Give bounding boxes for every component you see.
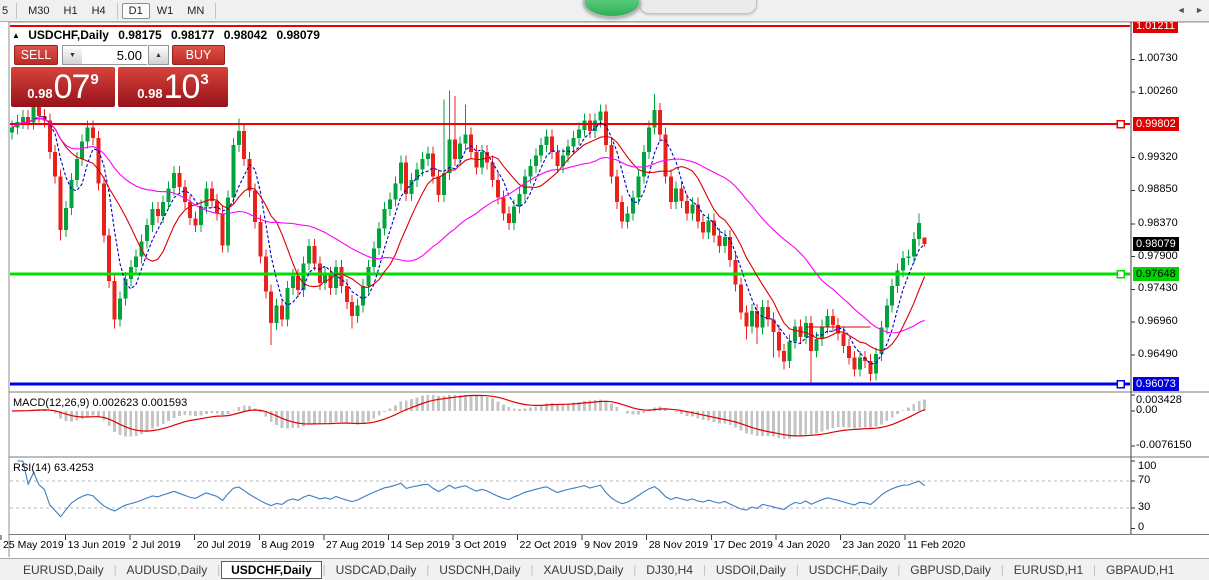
timeframe-button-mn[interactable]: MN [180, 3, 211, 19]
price-axis-tick: 0.96490 [1138, 348, 1178, 360]
sell-price-pipette: 9 [90, 71, 98, 88]
ohlc-close: 0.98079 [277, 28, 320, 42]
current-price-label: 0.98079 [1133, 237, 1179, 251]
chart-tab-eurusd-h1[interactable]: EURUSD,H1 [1005, 561, 1092, 579]
toolbar-separator [117, 3, 118, 19]
hline-price-label: 0.99802 [1133, 117, 1179, 131]
tab-scroll-right-button[interactable]: ► [1195, 5, 1204, 15]
tab-separator: | [323, 564, 326, 576]
chart-tab-audusd-daily[interactable]: AUDUSD,Daily [118, 561, 217, 579]
timeframe-button-5[interactable]: 5 [0, 3, 12, 19]
macd-axis-tick: -0.0076150 [1136, 439, 1192, 451]
ohlc-open: 0.98175 [118, 28, 161, 42]
chart-tab-xauusd-daily[interactable]: XAUUSD,Daily [534, 561, 632, 579]
date-label: 13 Jun 2019 [68, 539, 126, 551]
price-axis-tick: 1.00730 [1138, 52, 1178, 64]
timeframe-button-h4[interactable]: H4 [85, 3, 113, 19]
date-label: 27 Aug 2019 [326, 539, 385, 551]
chart-tab-bar: EURUSD,Daily|AUDUSD,Daily|USDCHF,Daily|U… [0, 558, 1209, 580]
date-label: 4 Jan 2020 [778, 539, 830, 551]
date-label: 8 Aug 2019 [261, 539, 314, 551]
one-click-trading-panel: SELL ▼ ▲ BUY 0.98 07 9 0.98 10 3 [11, 45, 228, 107]
tab-separator: | [1001, 564, 1004, 576]
date-label: 28 Nov 2019 [649, 539, 709, 551]
price-axis-tick: 0.98850 [1138, 183, 1178, 195]
rsi-axis-tick: 70 [1138, 474, 1150, 486]
sell-price-prefix: 0.98 [27, 86, 52, 101]
date-label: 23 Jan 2020 [842, 539, 900, 551]
trading-platform-window: 5 M30H1H4 D1W1MN ▲ USDCHF,Daily 0.98175 0.… [0, 0, 1209, 580]
chart-tab-gbpaud-h1[interactable]: GBPAUD,H1 [1097, 561, 1183, 579]
rsi-axis-tick: 0 [1138, 521, 1144, 533]
chart-tab-gbpusd-daily[interactable]: GBPUSD,Daily [901, 561, 1000, 579]
rsi-axis-tick: 100 [1138, 460, 1156, 472]
volume-decrease-button[interactable]: ▼ [62, 45, 83, 65]
buy-price-prefix: 0.98 [137, 86, 162, 101]
tab-separator: | [897, 564, 900, 576]
chart-tab-eurusd-daily[interactable]: EURUSD,Daily [14, 561, 113, 579]
chart-tab-usdcad-daily[interactable]: USDCAD,Daily [327, 561, 426, 579]
tab-separator: | [531, 564, 534, 576]
chart-title: ▲ USDCHF,Daily 0.98175 0.98177 0.98042 0… [12, 28, 320, 42]
sell-button[interactable]: SELL [14, 45, 58, 65]
price-axis-tick: 1.00260 [1138, 85, 1178, 97]
collapse-chart-icon[interactable]: ▲ [12, 31, 20, 40]
timeframe-button-d1[interactable]: D1 [122, 3, 150, 19]
buy-button[interactable]: BUY [172, 45, 225, 65]
hline-price-label: 0.97648 [1133, 267, 1179, 281]
chart-tab-usdchf-daily[interactable]: USDCHF,Daily [221, 561, 322, 579]
date-label: 2 Jul 2019 [132, 539, 180, 551]
chart-tab-usdchf-daily[interactable]: USDCHF,Daily [800, 561, 897, 579]
date-label: 3 Oct 2019 [455, 539, 506, 551]
ohlc-high: 0.98177 [171, 28, 214, 42]
macd-label: MACD(12,26,9) 0.002623 0.001593 [13, 397, 187, 409]
buy-price-big-digits: 10 [164, 68, 200, 107]
recorder-toolbar-pill[interactable] [639, 0, 757, 14]
date-label: 14 Sep 2019 [390, 539, 450, 551]
timeframe-button-w1[interactable]: W1 [150, 3, 181, 19]
tab-separator: | [114, 564, 117, 576]
macd-axis-tick: 0.00 [1136, 404, 1157, 416]
tab-separator: | [703, 564, 706, 576]
chart-title-symbol: USDCHF,Daily [28, 28, 109, 42]
volume-input[interactable] [82, 45, 147, 65]
timeframe-button-h1[interactable]: H1 [57, 3, 85, 19]
chart-overlays: ▲ USDCHF,Daily 0.98175 0.98177 0.98042 0… [0, 0, 1209, 580]
chart-tab-usdcnh-daily[interactable]: USDCNH,Daily [430, 561, 529, 579]
tab-separator: | [217, 564, 220, 576]
chart-tab-dj30-h4[interactable]: DJ30,H4 [637, 561, 702, 579]
date-label: 22 Oct 2019 [520, 539, 577, 551]
tab-separator: | [1093, 564, 1096, 576]
tab-scroll-arrows: ◄ ► [1170, 5, 1204, 15]
timeframe-button-m30[interactable]: M30 [21, 3, 56, 19]
chart-tab-usdoil-daily[interactable]: USDOil,Daily [707, 561, 795, 579]
price-axis-tick: 0.97900 [1138, 250, 1178, 262]
toolbar-separator [16, 3, 17, 19]
price-axis-tick: 0.97430 [1138, 282, 1178, 294]
tab-scroll-left-button[interactable]: ◄ [1177, 5, 1186, 15]
price-axis-tick: 0.98370 [1138, 217, 1178, 229]
date-label: 25 May 2019 [3, 539, 64, 551]
date-label: 20 Jul 2019 [197, 539, 251, 551]
buy-price-pipette: 3 [200, 71, 208, 88]
price-axis-tick: 0.99320 [1138, 151, 1178, 163]
rsi-label: RSI(14) 63.4253 [13, 462, 94, 474]
tab-separator: | [633, 564, 636, 576]
date-label: 9 Nov 2019 [584, 539, 638, 551]
ohlc-low: 0.98042 [224, 28, 267, 42]
volume-increase-button[interactable]: ▲ [148, 45, 169, 65]
date-label: 17 Dec 2019 [713, 539, 773, 551]
sell-price-display[interactable]: 0.98 07 9 [11, 67, 115, 107]
hline-price-label: 0.96073 [1133, 377, 1179, 391]
buy-price-display[interactable]: 0.98 10 3 [118, 67, 228, 107]
tab-separator: | [796, 564, 799, 576]
price-axis-tick: 0.96960 [1138, 315, 1178, 327]
sell-price-big-digits: 07 [54, 68, 90, 107]
date-label: 11 Feb 2020 [907, 539, 965, 551]
rsi-axis-tick: 30 [1138, 501, 1150, 513]
toolbar-separator [215, 3, 216, 19]
tab-separator: | [426, 564, 429, 576]
